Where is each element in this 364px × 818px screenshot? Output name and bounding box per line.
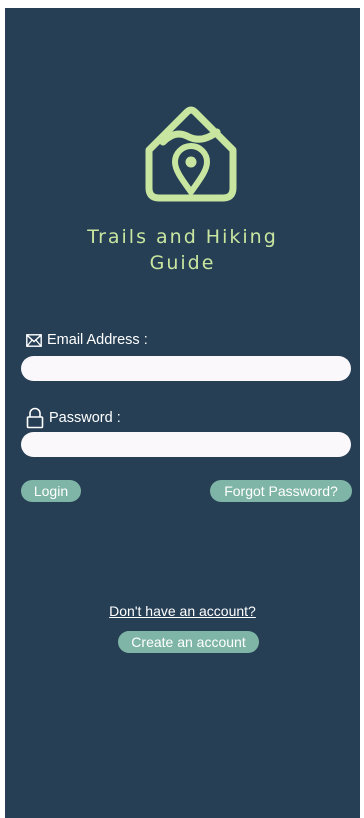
- app-title: Trails and Hiking Guide: [87, 226, 278, 274]
- email-input[interactable]: [21, 356, 351, 381]
- email-label: Email Address :: [26, 332, 148, 348]
- password-label: Password :: [26, 407, 121, 429]
- home-location-logo-icon: [145, 106, 237, 202]
- password-input[interactable]: [21, 432, 351, 457]
- create-account-button[interactable]: Create an account: [118, 631, 259, 653]
- login-screen: Trails and Hiking Guide Email Address : …: [5, 8, 360, 818]
- envelope-icon: [26, 333, 42, 347]
- signup-prompt: Don't have an account?: [5, 603, 360, 619]
- email-label-text: Email Address :: [47, 332, 148, 348]
- password-label-text: Password :: [49, 410, 121, 426]
- login-button[interactable]: Login: [21, 480, 81, 502]
- forgot-password-button[interactable]: Forgot Password?: [210, 480, 352, 502]
- lock-icon: [26, 407, 44, 429]
- signup-prompt-link[interactable]: Don't have an account?: [109, 603, 256, 619]
